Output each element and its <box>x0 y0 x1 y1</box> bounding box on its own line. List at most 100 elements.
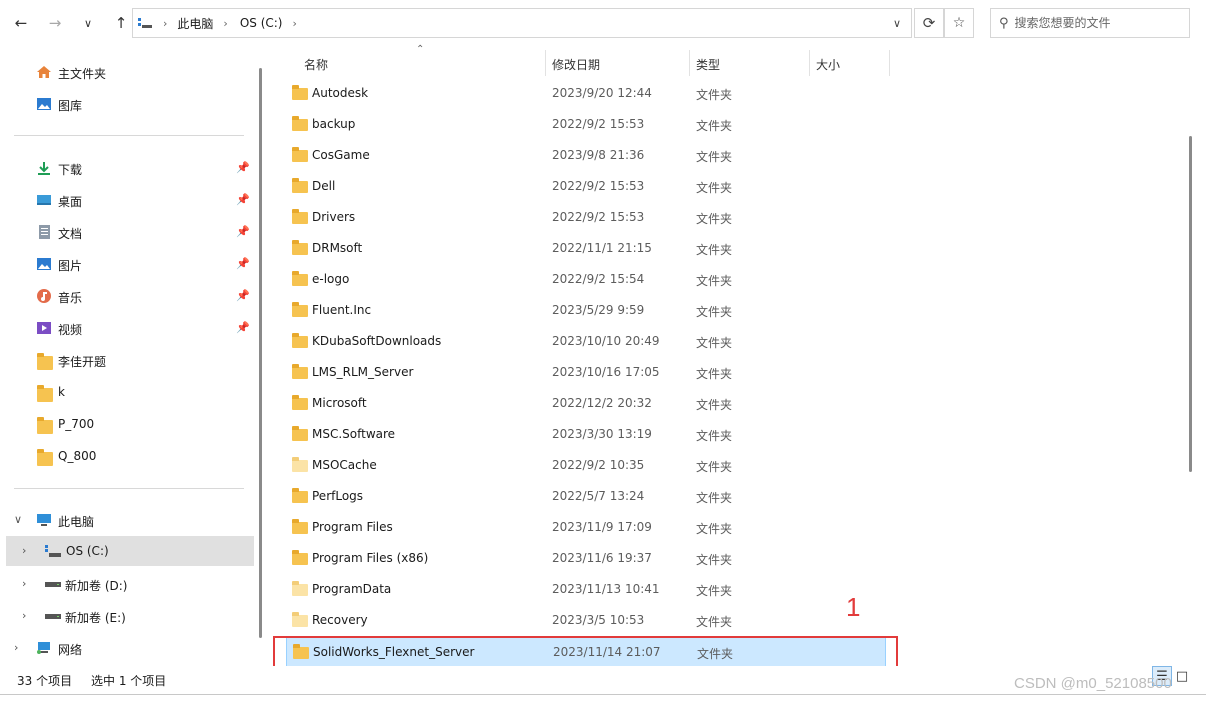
sidebar-item-folder[interactable]: P_700 <box>0 409 254 439</box>
file-list-scrollbar[interactable] <box>1189 136 1192 472</box>
file-row[interactable]: e-logo 2022/9/2 15:54 文件夹 <box>286 264 886 295</box>
file-row[interactable]: Microsoft 2022/12/2 20:32 文件夹 <box>286 388 886 419</box>
sidebar-item-music[interactable]: 音乐 📌 <box>0 281 254 311</box>
file-date: 2023/11/9 17:09 <box>552 520 652 534</box>
file-name: PerfLogs <box>312 489 364 503</box>
file-row[interactable]: Dell 2022/9/2 15:53 文件夹 <box>286 171 886 202</box>
file-row[interactable]: LMS_RLM_Server 2023/10/16 17:05 文件夹 <box>286 357 886 388</box>
sidebar-item-home[interactable]: 主文件夹 <box>0 57 254 87</box>
folder-icon <box>292 550 308 565</box>
folder-icon <box>292 147 308 162</box>
file-row[interactable]: Program Files 2023/11/9 17:09 文件夹 <box>286 512 886 543</box>
video-icon <box>36 321 52 335</box>
sidebar-item-documents[interactable]: 文档 📌 <box>0 217 254 247</box>
file-row[interactable]: CosGame 2023/9/8 21:36 文件夹 <box>286 140 886 171</box>
file-date: 2022/9/2 15:54 <box>552 272 645 286</box>
folder-icon <box>37 385 53 402</box>
sidebar-item-desktop[interactable]: 桌面 📌 <box>0 185 254 215</box>
search-input[interactable] <box>1014 16 1175 30</box>
folder-icon <box>37 353 53 370</box>
column-header-date[interactable]: 修改日期 <box>552 50 600 78</box>
sidebar-item-label: 图片 <box>58 259 83 273</box>
column-separator[interactable] <box>545 50 546 76</box>
pin-icon[interactable]: 📌 <box>236 321 250 334</box>
file-type: 文件夹 <box>696 119 733 133</box>
network-icon <box>36 641 52 655</box>
sidebar-scrollbar[interactable] <box>259 68 262 638</box>
sidebar-item-network[interactable]: › 网络 <box>0 633 254 663</box>
sidebar-item-downloads[interactable]: 下载 📌 <box>0 153 254 183</box>
sidebar-item-pictures[interactable]: 图片 📌 <box>0 249 254 279</box>
file-type: 文件夹 <box>696 212 733 226</box>
sidebar-item-drive-d[interactable]: › 新加卷 (D:) <box>0 569 254 599</box>
pin-icon[interactable]: 📌 <box>236 225 250 238</box>
column-separator[interactable] <box>689 50 690 76</box>
file-row[interactable]: Drivers 2022/9/2 15:53 文件夹 <box>286 202 886 233</box>
file-date: 2023/5/29 9:59 <box>552 303 645 317</box>
column-header-type[interactable]: 类型 <box>696 50 720 78</box>
sidebar-item-folder[interactable]: 李佳开题 <box>0 345 254 375</box>
expand-chevron-right-icon[interactable]: › <box>14 641 18 654</box>
sidebar-item-label: k <box>58 385 65 399</box>
file-row[interactable]: Autodesk 2023/9/20 12:44 文件夹 <box>286 78 886 109</box>
breadcrumb-os-c[interactable]: OS (C:) <box>240 16 283 30</box>
column-header-name[interactable]: 名称 <box>304 50 328 78</box>
sidebar-item-folder[interactable]: k <box>0 377 254 407</box>
sidebar-item-this-pc[interactable]: ∨ 此电脑 <box>0 505 254 535</box>
sidebar-item-label: 下载 <box>58 163 83 177</box>
file-name: Program Files (x86) <box>312 551 429 565</box>
file-row[interactable]: MSC.Software 2023/3/30 13:19 文件夹 <box>286 419 886 450</box>
navigation-bar: ← → ∨ ↑ › 此电脑 › OS (C:) › ∨ ⟳ ☆ ⚲ <box>0 0 1206 46</box>
pin-icon[interactable]: 📌 <box>236 289 250 302</box>
file-row[interactable]: Fluent.Inc 2023/5/29 9:59 文件夹 <box>286 295 886 326</box>
expand-chevron-down-icon[interactable]: ∨ <box>14 513 22 526</box>
expand-chevron-right-icon[interactable]: › <box>22 577 26 590</box>
refresh-button[interactable]: ⟳ <box>914 8 944 38</box>
up-arrow-icon[interactable]: ↑ <box>108 10 134 36</box>
file-date: 2022/12/2 20:32 <box>552 396 652 410</box>
window-bottom-border <box>0 694 1206 702</box>
pin-icon[interactable]: 📌 <box>236 193 250 206</box>
pin-icon[interactable]: 📌 <box>236 161 250 174</box>
forward-arrow-icon[interactable]: → <box>42 10 68 36</box>
breadcrumb-this-pc[interactable]: 此电脑 <box>177 15 213 32</box>
file-name: Recovery <box>312 613 368 627</box>
gallery-icon <box>36 97 52 111</box>
sidebar-item-folder[interactable]: Q_800 <box>0 441 254 471</box>
tiles-view-icon[interactable]: □ <box>1172 666 1192 686</box>
file-row[interactable]: Recovery 2023/3/5 10:53 文件夹 <box>286 605 886 636</box>
sidebar-item-drive-e[interactable]: › 新加卷 (E:) <box>0 601 254 631</box>
recent-locations-chevron-down-icon[interactable]: ∨ <box>75 10 101 36</box>
column-separator[interactable] <box>809 50 810 76</box>
expand-chevron-right-icon[interactable]: › <box>22 544 26 557</box>
column-header-size[interactable]: 大小 <box>816 50 840 78</box>
file-row[interactable]: KDubaSoftDownloads 2023/10/10 20:49 文件夹 <box>286 326 886 357</box>
file-row[interactable]: backup 2022/9/2 15:53 文件夹 <box>286 109 886 140</box>
sidebar-item-os-c[interactable]: › OS (C:) <box>6 536 254 566</box>
file-row[interactable]: DRMsoft 2022/11/1 21:15 文件夹 <box>286 233 886 264</box>
column-separator[interactable] <box>889 50 890 76</box>
address-dropdown-chevron-icon[interactable]: ∨ <box>887 9 907 37</box>
watermark: CSDN @m0_52108500 <box>1014 675 1172 692</box>
sidebar-item-label: P_700 <box>58 417 95 431</box>
pin-icon[interactable]: 📌 <box>236 257 250 270</box>
sidebar-item-label: Q_800 <box>58 449 97 463</box>
pin-button[interactable]: ☆ <box>944 8 974 38</box>
chevron-right-icon: › <box>292 16 297 30</box>
file-row[interactable]: ProgramData 2023/11/13 10:41 文件夹 <box>286 574 886 605</box>
search-icon: ⚲ <box>999 15 1009 31</box>
sidebar-item-videos[interactable]: 视频 📌 <box>0 313 254 343</box>
file-row[interactable]: MSOCache 2022/9/2 10:35 文件夹 <box>286 450 886 481</box>
folder-icon <box>292 209 308 224</box>
back-arrow-icon[interactable]: ← <box>8 10 34 36</box>
file-row[interactable]: Program Files (x86) 2023/11/6 19:37 文件夹 <box>286 543 886 574</box>
sidebar-item-gallery[interactable]: 图库 <box>0 89 254 119</box>
file-name: LMS_RLM_Server <box>312 365 414 379</box>
search-box[interactable]: ⚲ <box>990 8 1190 38</box>
file-date: 2022/11/1 21:15 <box>552 241 652 255</box>
file-date: 2023/9/20 12:44 <box>552 86 652 100</box>
file-date: 2023/3/5 10:53 <box>552 613 645 627</box>
expand-chevron-right-icon[interactable]: › <box>22 609 26 622</box>
file-row[interactable]: PerfLogs 2022/5/7 13:24 文件夹 <box>286 481 886 512</box>
address-bar[interactable]: › 此电脑 › OS (C:) › ∨ <box>132 8 912 38</box>
